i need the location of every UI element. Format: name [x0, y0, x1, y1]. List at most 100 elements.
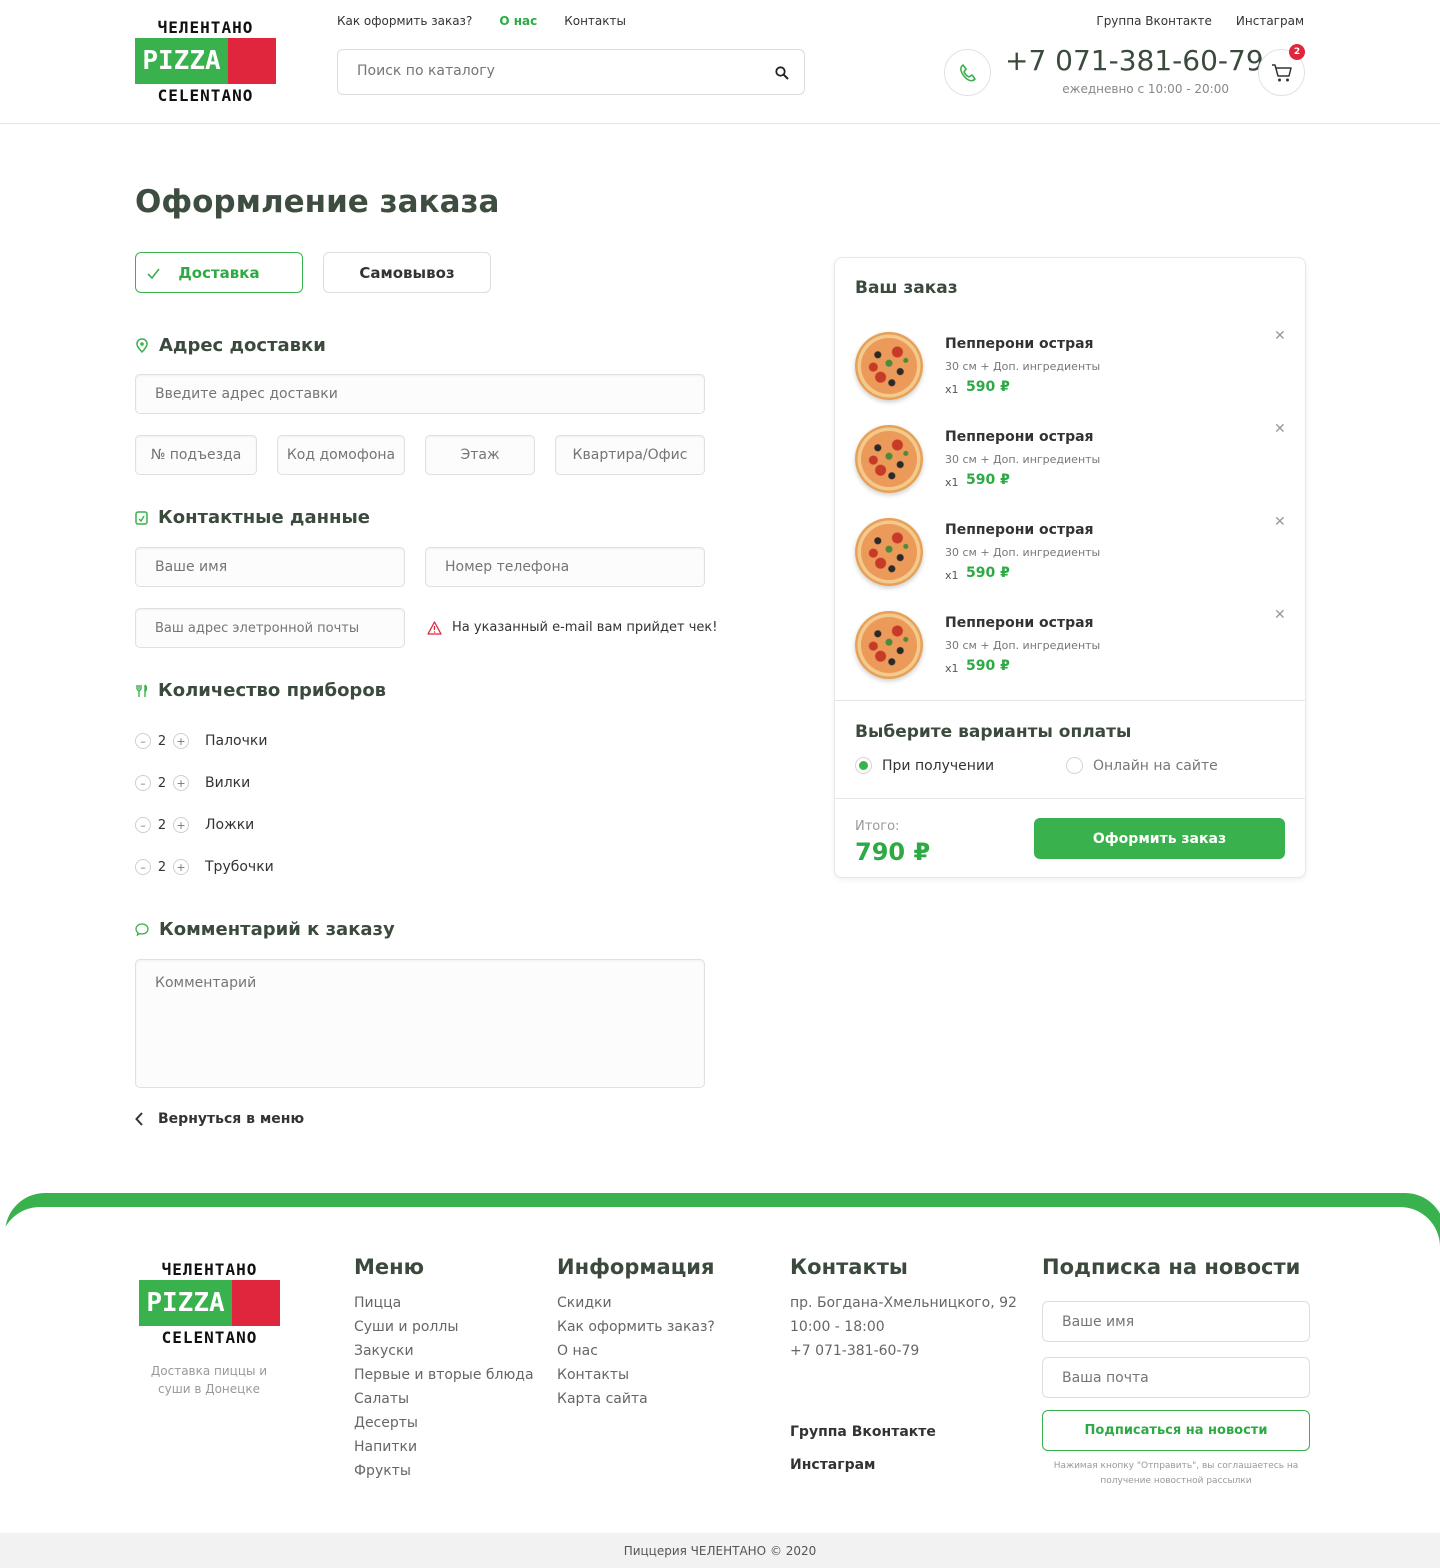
warning-icon	[427, 620, 442, 635]
footer-link[interactable]: Контакты	[557, 1363, 715, 1387]
footer-link[interactable]: Фрукты	[354, 1459, 534, 1483]
footer-link[interactable]: Как оформить заказ?	[557, 1315, 715, 1339]
order-title: Ваш заказ	[855, 278, 958, 298]
tab-pickup-label: Самовывоз	[359, 263, 455, 282]
plus-button[interactable]: +	[173, 733, 189, 749]
nav-contacts[interactable]: Контакты	[564, 14, 626, 28]
cutlery-section-title: Количество приборов	[135, 680, 386, 701]
item-price: 590 ₽	[966, 379, 1010, 395]
footer-link[interactable]: О нас	[557, 1339, 715, 1363]
footer-link[interactable]: Суши и роллы	[354, 1315, 534, 1339]
phone-icon[interactable]	[944, 49, 991, 96]
cart-badge: 2	[1289, 44, 1305, 60]
payment-option-label: Онлайн на сайте	[1093, 757, 1218, 774]
nav-vk[interactable]: Группа Вконтакте	[1096, 14, 1212, 28]
item-desc: 30 см + Доп. ингредиенты	[945, 546, 1101, 559]
apartment-input[interactable]	[556, 436, 704, 474]
copyright-text: Пиццерия ЧЕЛЕНТАНО © 2020	[623, 1543, 817, 1558]
payment-option-online[interactable]: Онлайн на сайте	[1066, 757, 1218, 774]
radio-unselected[interactable]	[1066, 757, 1083, 774]
footer-menu-list: Пицца Суши и роллы Закуски Первые и втор…	[354, 1291, 534, 1483]
entrance-input[interactable]	[136, 436, 256, 474]
plus-button[interactable]: +	[173, 859, 189, 875]
footer-logo-pizza-left: PIZZA	[139, 1280, 232, 1326]
subscribe-button[interactable]: Подписаться на новости	[1042, 1410, 1310, 1451]
tab-delivery[interactable]: Доставка	[135, 252, 303, 293]
nav-about[interactable]: О нас	[499, 14, 537, 28]
footer-link[interactable]: Закуски	[354, 1339, 534, 1363]
email-input[interactable]	[136, 609, 404, 647]
nav-how-to-order[interactable]: Как оформить заказ?	[337, 14, 472, 28]
item-price: 590 ₽	[966, 565, 1010, 581]
total-value: 790 ₽	[855, 838, 931, 866]
minus-button[interactable]: –	[135, 859, 151, 875]
footer-tagline: Доставка пиццы и суши в Донецке	[150, 1364, 268, 1396]
item-price: 590 ₽	[966, 658, 1010, 674]
comment-section-title: Комментарий к заказу	[135, 919, 395, 940]
footer-link[interactable]: Первые и вторые блюда	[354, 1363, 534, 1387]
footer-link[interactable]: Карта сайта	[557, 1387, 715, 1411]
name-input[interactable]	[136, 548, 404, 586]
search-icon[interactable]	[775, 65, 789, 84]
plus-button[interactable]: +	[173, 775, 189, 791]
remove-item-icon[interactable]: ✕	[1274, 421, 1286, 437]
logo[interactable]: ЧЕЛЕНТАНО PIZZA CELENTANO	[135, 18, 276, 105]
address-title-text: Адрес доставки	[159, 335, 326, 356]
search-box	[337, 49, 805, 95]
tab-pickup[interactable]: Самовывоз	[323, 252, 491, 293]
footer-link[interactable]: Салаты	[354, 1387, 534, 1411]
back-to-menu-link[interactable]: Вернуться в меню	[135, 1111, 304, 1127]
footer-link[interactable]: Напитки	[354, 1435, 534, 1459]
logo-pizza-block: PIZZA	[135, 38, 276, 84]
subscribe-email-input[interactable]	[1043, 1358, 1309, 1397]
minus-button[interactable]: –	[135, 775, 151, 791]
footer-vk-link[interactable]: Группа Вконтакте	[790, 1424, 936, 1440]
qty-value: 2	[157, 775, 167, 791]
footer-instagram-link[interactable]: Инстаграм	[790, 1457, 875, 1473]
cutlery-label: Вилки	[205, 775, 251, 791]
item-name: Пепперони острая	[945, 522, 1094, 538]
remove-item-icon[interactable]: ✕	[1274, 514, 1286, 530]
nav-instagram[interactable]: Инстаграм	[1236, 14, 1304, 28]
item-name: Пепперони острая	[945, 336, 1094, 352]
email-note-text: На указанный e-mail вам прийдет чек!	[452, 620, 718, 635]
footer-menu-title: Меню	[354, 1255, 425, 1279]
comment-textarea[interactable]	[136, 960, 704, 1087]
footer-link[interactable]: Десерты	[354, 1411, 534, 1435]
contact-section-title: Контактные данные	[135, 507, 370, 528]
payment-title: Выберите варианты оплаты	[855, 722, 1132, 742]
footer-link[interactable]: Пицца	[354, 1291, 534, 1315]
footer-link[interactable]: Скидки	[557, 1291, 715, 1315]
minus-button[interactable]: –	[135, 733, 151, 749]
plus-button[interactable]: +	[173, 817, 189, 833]
phone-field	[425, 547, 705, 587]
intercom-input[interactable]	[278, 436, 404, 474]
phone-input[interactable]	[426, 548, 704, 586]
cutlery-row-forks: – 2 + Вилки	[135, 775, 250, 791]
footer-phone[interactable]: +7 071-381-60-79	[790, 1339, 1017, 1363]
payment-option-cash[interactable]: При получении	[855, 757, 994, 774]
back-label: Вернуться в меню	[158, 1111, 305, 1127]
floor-field	[425, 435, 535, 475]
floor-input[interactable]	[426, 436, 534, 474]
item-desc: 30 см + Доп. ингредиенты	[945, 639, 1101, 652]
footer-logo-pizza-block: PIZZA	[139, 1280, 280, 1326]
intercom-field	[277, 435, 405, 475]
search-input[interactable]	[357, 63, 757, 79]
radio-selected[interactable]	[855, 757, 872, 774]
total-label: Итого:	[855, 819, 900, 834]
cutlery-label: Ложки	[205, 817, 255, 833]
subscribe-name-input[interactable]	[1043, 1302, 1309, 1341]
check-icon	[147, 265, 160, 283]
pizza-image	[855, 425, 923, 493]
remove-item-icon[interactable]: ✕	[1274, 607, 1286, 623]
remove-item-icon[interactable]: ✕	[1274, 328, 1286, 344]
comment-title-text: Комментарий к заказу	[159, 919, 395, 940]
order-item: Пепперони острая 30 см + Доп. ингредиент…	[855, 328, 1286, 412]
phone-number[interactable]: +7 071-381-60-79	[1005, 44, 1264, 77]
place-order-button[interactable]: Оформить заказ	[1034, 818, 1285, 859]
address-input[interactable]	[136, 375, 704, 413]
chevron-left-icon	[135, 1112, 143, 1126]
minus-button[interactable]: –	[135, 817, 151, 833]
footer-logo[interactable]: ЧЕЛЕНТАНО PIZZA CELENTANO	[139, 1260, 280, 1347]
